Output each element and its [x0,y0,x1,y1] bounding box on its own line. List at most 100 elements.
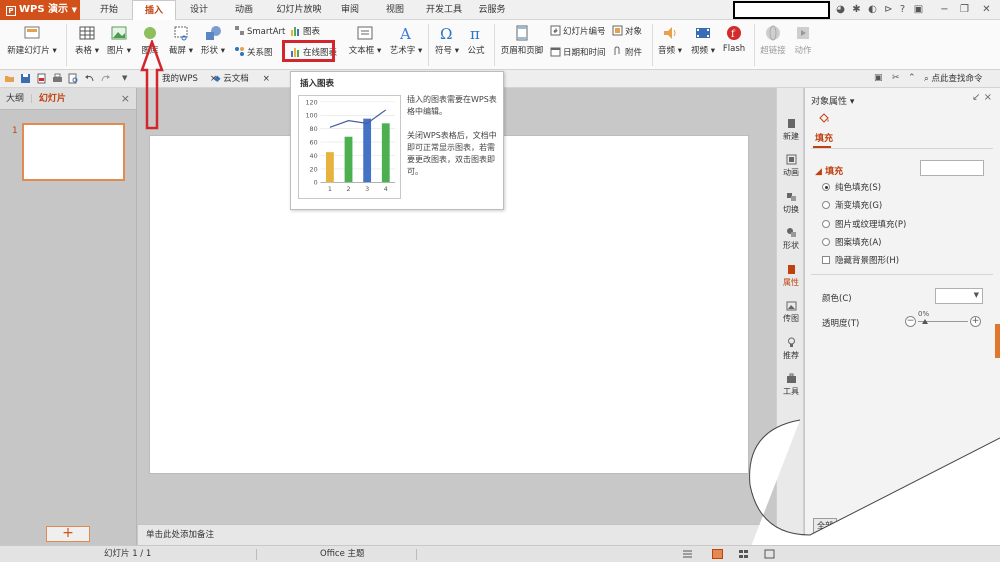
tab-cloud[interactable]: 云服务 [474,0,510,20]
export-pdf-icon[interactable] [36,73,47,84]
radio-picture-fill[interactable]: 图片或纹理填充(P) [822,219,906,231]
tab-review[interactable]: 审阅 [335,0,365,20]
textbox-button[interactable]: 文本框 ▾ [347,24,383,56]
side-item-animation[interactable]: 动画 [777,154,805,178]
chart-bar [381,123,390,183]
video-button[interactable]: 视频 ▾ [688,24,718,56]
window-pin-icon[interactable]: ▣ [912,3,925,16]
close-icon[interactable]: ✕ [980,3,993,16]
tab-fill[interactable]: 填充 [815,131,833,144]
tab-developer[interactable]: 开发工具 [420,0,468,20]
color-dropdown[interactable]: ▼ [935,288,983,304]
picture-button[interactable]: 图片 ▾ [104,24,134,56]
radio-gradient-fill[interactable]: 渐变填充(G) [822,200,882,212]
chart-bar [363,118,372,183]
paint-bucket-icon[interactable] [817,112,831,126]
undo-icon[interactable] [84,73,95,84]
radio-solid-fill[interactable]: 纯色填充(S) [822,182,881,194]
tab-slides[interactable]: 幻灯片 [39,94,66,104]
command-search[interactable]: ⌕ 点此查找命令 [924,72,982,87]
restore-icon[interactable]: ❐ [958,3,971,16]
doc-tab-mywps[interactable]: 我的WPS × [162,72,217,87]
fill-section-header[interactable]: ◢ 填充 [815,164,843,177]
save-icon[interactable] [20,73,31,84]
slide-sorter-icon[interactable] [738,549,749,559]
notes-area[interactable]: 单击此处添加备注 [138,524,776,545]
radio-pattern-fill[interactable]: 图案填充(A) [822,237,881,249]
shape-button[interactable]: 形状 ▾ [198,24,228,56]
side-item-shape[interactable]: 形状 [777,227,805,251]
share-icon[interactable]: ◐ [866,3,879,16]
redo-icon[interactable] [100,73,111,84]
decrease-button[interactable]: − [905,316,916,327]
skin-icon[interactable]: ◕ [834,3,847,16]
y-tick-label: 80 [310,125,318,133]
side-item-properties[interactable]: 属性 [777,264,805,288]
tab-home[interactable]: 开始 [92,0,126,20]
side-item-transition[interactable]: 切换 [777,191,805,215]
doc-tab-cloud[interactable]: ◆ 云文档 × [214,72,270,87]
datetime-button[interactable]: 日期和时间 [550,46,606,60]
action-button[interactable]: 动作 [790,24,816,56]
table-button[interactable]: 表格 ▾ [70,24,104,56]
object-button[interactable]: 对象 [612,25,642,39]
y-tick-label: 100 [305,112,317,120]
notes-view-icon[interactable] [682,549,693,559]
pin-icon[interactable]: ↙ [972,92,980,103]
tab-insert[interactable]: 插入 [132,0,176,21]
smartart-button[interactable]: SmartArt [234,25,285,39]
side-item-tools[interactable]: 工具 [777,373,805,397]
y-tick-label: 120 [305,98,317,106]
chart-button[interactable]: 图表 [290,25,320,39]
hyperlink-button[interactable]: 超链接 [758,24,788,56]
checkbox-hide-background[interactable]: 隐藏背景图形(H) [822,255,899,267]
add-slide-button[interactable]: + [46,526,90,542]
symbol-button[interactable]: Ω 符号 ▾ [432,24,462,56]
slide-number-button[interactable]: # 幻灯片编号 [550,25,606,39]
normal-view-icon[interactable] [712,549,723,559]
side-item-new[interactable]: 新建 [777,118,805,142]
print-preview-icon[interactable] [68,73,79,84]
side-item-upload-image[interactable]: 传图 [777,300,805,324]
app-menu-button[interactable]: P WPS 演示 ▼ [0,0,80,20]
side-item-recommend[interactable]: 推荐 [777,337,805,361]
tab-animation[interactable]: 动画 [227,0,261,20]
close-icon[interactable]: × [121,88,130,110]
export-icon[interactable]: ⊳ [882,3,895,16]
open-folder-icon[interactable] [4,73,15,84]
header-footer-button[interactable]: 页眉和页脚 [498,24,546,56]
reading-view-icon[interactable] [764,549,775,559]
increase-button[interactable]: + [970,316,981,327]
tab-outline[interactable]: 大纲 [6,94,24,104]
chevron-down-icon: ▼ [71,6,77,14]
minimize-icon[interactable]: − [938,3,951,16]
title-bar: P WPS 演示 ▼ 开始 插入 设计 动画 幻灯片放映 审阅 视图 开发工具 云… [0,0,1000,21]
properties-title[interactable]: 对象属性 ▾ [811,94,854,107]
close-icon[interactable]: × [984,92,992,103]
window-icon[interactable]: ▣ [874,73,885,84]
table-icon [79,26,95,40]
tools-icon[interactable]: ✂ [892,73,903,84]
screenshot-button[interactable]: 截屏 ▾ [166,24,196,56]
wordart-button[interactable]: A 艺术字 ▾ [388,24,424,56]
chart-line [329,109,387,128]
help-icon[interactable]: ? [896,3,909,16]
tab-view[interactable]: 视图 [380,0,410,20]
settings-icon[interactable]: ✱ [850,3,863,16]
relation-button[interactable]: 关系图 [234,46,273,60]
formula-button[interactable]: π 公式 [462,24,490,56]
new-slide-button[interactable]: 新建幻灯片 ▾ [4,24,60,56]
slide-thumbnail[interactable] [22,123,125,181]
tab-design[interactable]: 设计 [182,0,216,20]
animation-icon [786,154,796,165]
tab-slideshow[interactable]: 幻灯片放映 [270,0,328,20]
customize-dropdown-icon[interactable]: ▼ [122,73,133,84]
audio-button[interactable]: 音频 ▾ [655,24,685,56]
flash-button[interactable]: f Flash [720,24,748,54]
collapse-ribbon-icon[interactable]: ⌃ [908,73,919,84]
slider-thumb[interactable] [922,319,928,324]
print-icon[interactable] [52,73,63,84]
close-icon[interactable]: × [263,74,270,84]
attachment-button[interactable]: 附件 [612,46,642,60]
panel-scroll-handle[interactable] [995,324,1000,358]
